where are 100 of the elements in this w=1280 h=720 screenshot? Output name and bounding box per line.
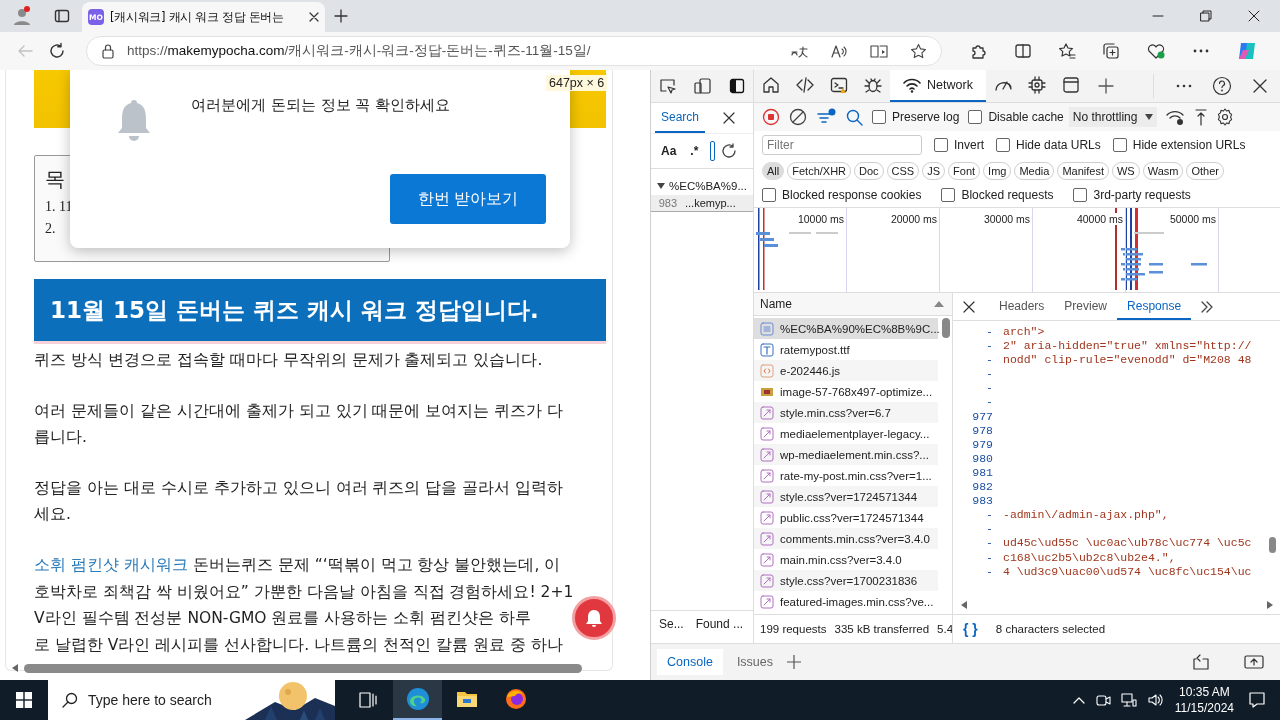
- scroll-left-icon[interactable]: [12, 664, 18, 672]
- taskbar-app[interactable]: [393, 680, 442, 720]
- drawer-tab[interactable]: Issues: [726, 649, 783, 675]
- dock-side-icon[interactable]: [728, 78, 745, 94]
- network-tab[interactable]: Network: [890, 70, 986, 102]
- type-filter-chip[interactable]: Img: [983, 162, 1012, 180]
- search-field[interactable]: [710, 141, 716, 161]
- checkbox[interactable]: [996, 138, 1010, 152]
- type-filter-chip[interactable]: JS: [922, 162, 946, 180]
- network-icon[interactable]: [1120, 692, 1137, 708]
- type-filter-chip[interactable]: WS: [1111, 162, 1140, 180]
- notification-bell-button[interactable]: [572, 596, 616, 640]
- stop-recording-icon[interactable]: [762, 108, 780, 126]
- request-row[interactable]: style.css?ver=1700231836: [754, 570, 938, 591]
- filter-icon[interactable]: [816, 108, 836, 126]
- throttling-dropdown[interactable]: No throttling: [1068, 107, 1158, 127]
- copilot-icon[interactable]: [1236, 40, 1258, 62]
- request-row[interactable]: comments.min.css?ver=3.4.0: [754, 528, 938, 549]
- extensions-icon[interactable]: [970, 42, 988, 60]
- type-filter-chip[interactable]: All: [762, 162, 785, 180]
- profile-avatar[interactable]: [12, 6, 32, 26]
- import-har-icon[interactable]: [1195, 108, 1208, 126]
- checkbox[interactable]: [1073, 188, 1088, 202]
- settings-icon[interactable]: [1216, 108, 1235, 126]
- refresh-icon[interactable]: [721, 143, 738, 159]
- regex-button[interactable]: .*: [690, 144, 699, 158]
- type-filter-chip[interactable]: Other: [1186, 162, 1224, 180]
- checkbox[interactable]: [872, 110, 886, 124]
- split-screen-icon[interactable]: [1014, 42, 1032, 60]
- start-icon[interactable]: [15, 692, 32, 708]
- request-row[interactable]: wp-mediaelement.min.css?...: [754, 444, 938, 465]
- type-filter-chip[interactable]: CSS: [886, 162, 920, 180]
- health-icon[interactable]: [1146, 42, 1166, 60]
- favorite-star-icon[interactable]: [910, 42, 927, 60]
- filter-field[interactable]: Filter: [762, 135, 922, 155]
- vertical-scrollbar[interactable]: [942, 318, 950, 338]
- notifications-icon[interactable]: [1248, 691, 1266, 709]
- drawer-tab[interactable]: Console: [657, 649, 723, 675]
- type-filter-chip[interactable]: Wasm: [1142, 162, 1184, 180]
- scroll-right-icon[interactable]: [1267, 601, 1273, 609]
- close-icon[interactable]: [723, 112, 735, 124]
- collections-icon[interactable]: [1102, 42, 1120, 60]
- subscribe-button[interactable]: 한번 받아보기: [390, 174, 546, 224]
- checkbox[interactable]: [968, 110, 983, 124]
- help-icon[interactable]: [1212, 76, 1232, 96]
- clock-date[interactable]: 11/15/2024: [1174, 700, 1234, 716]
- show-hidden-icons-icon[interactable]: [1072, 696, 1085, 704]
- add-tool-icon[interactable]: [1098, 78, 1114, 94]
- add-tab-icon[interactable]: [787, 655, 801, 669]
- vertical-scrollbar[interactable]: [1269, 537, 1276, 553]
- checkbox[interactable]: [1112, 138, 1127, 152]
- request-row[interactable]: rate-my-post.min.css?ver=1...: [754, 465, 938, 486]
- type-filter-chip[interactable]: Fetch/XHR: [787, 162, 852, 180]
- checkbox[interactable]: [762, 188, 776, 202]
- column-header[interactable]: Name: [760, 297, 792, 311]
- checkbox[interactable]: [934, 138, 948, 152]
- taskbar-search-field[interactable]: Type here to search: [48, 680, 335, 720]
- more-tabs-icon[interactable]: [1201, 300, 1214, 313]
- type-filter-chip[interactable]: Doc: [854, 162, 884, 180]
- request-row[interactable]: main.min.css?ver=3.4.0: [754, 549, 938, 570]
- refresh-icon[interactable]: [48, 42, 66, 60]
- request-row[interactable]: mediaelementplayer-legacy...: [754, 423, 938, 444]
- request-row[interactable]: featured-images.min.css?ve...: [754, 591, 938, 612]
- device-toolbar-icon[interactable]: [694, 78, 712, 94]
- close-icon[interactable]: [1248, 10, 1260, 22]
- dock-icon[interactable]: [1192, 654, 1210, 670]
- address-bar[interactable]: https://makemypocha.com/캐시워크-캐시-워크-정답-돈버는-퀴즈-11월-15일/: [86, 36, 942, 66]
- request-row[interactable]: e-202446.js: [754, 360, 938, 381]
- request-row[interactable]: %EC%BA%90%EC%8B%9C...: [754, 318, 938, 339]
- horizontal-scrollbar[interactable]: [24, 663, 582, 673]
- type-filter-chip[interactable]: Media: [1014, 162, 1055, 180]
- new-tab-icon[interactable]: [333, 8, 349, 24]
- detail-tab[interactable]: Headers: [989, 293, 1055, 320]
- article-link[interactable]: 소휘 펌킨샷 캐시워크: [34, 555, 188, 574]
- scroll-left-icon[interactable]: [961, 601, 967, 609]
- detail-tab[interactable]: Preview: [1054, 293, 1118, 320]
- type-filter-chip[interactable]: Manifest: [1057, 162, 1109, 180]
- type-filter-chip[interactable]: Font: [948, 162, 981, 180]
- close-icon[interactable]: [309, 12, 319, 22]
- panel-toggle-icon[interactable]: [1244, 654, 1264, 670]
- immersive-reader-icon[interactable]: [870, 43, 888, 59]
- checkbox[interactable]: [941, 188, 956, 202]
- request-row[interactable]: ratemypost.ttf: [754, 339, 938, 360]
- detail-tab[interactable]: Response: [1117, 293, 1192, 320]
- volume-icon[interactable]: [1146, 692, 1163, 708]
- request-row[interactable]: style.css?ver=1724571344: [754, 486, 938, 507]
- favorites-icon[interactable]: [1058, 42, 1076, 60]
- match-case-button[interactable]: Aa: [661, 144, 677, 158]
- tab-actions-icon[interactable]: [54, 8, 70, 24]
- task-view-icon[interactable]: [359, 692, 377, 708]
- close-icon[interactable]: [1252, 78, 1268, 94]
- pretty-print-button[interactable]: { }: [959, 621, 982, 637]
- request-row[interactable]: public.css?ver=1724571344: [754, 507, 938, 528]
- read-aloud-icon[interactable]: [830, 43, 848, 59]
- request-row[interactable]: style.min.css?ver=6.7: [754, 402, 938, 423]
- search-icon[interactable]: [845, 108, 863, 126]
- clear-icon[interactable]: [789, 108, 807, 126]
- request-row[interactable]: image-57-768x497-optimize...: [754, 381, 938, 402]
- inspect-icon[interactable]: [659, 78, 678, 94]
- restore-icon[interactable]: [1200, 10, 1212, 22]
